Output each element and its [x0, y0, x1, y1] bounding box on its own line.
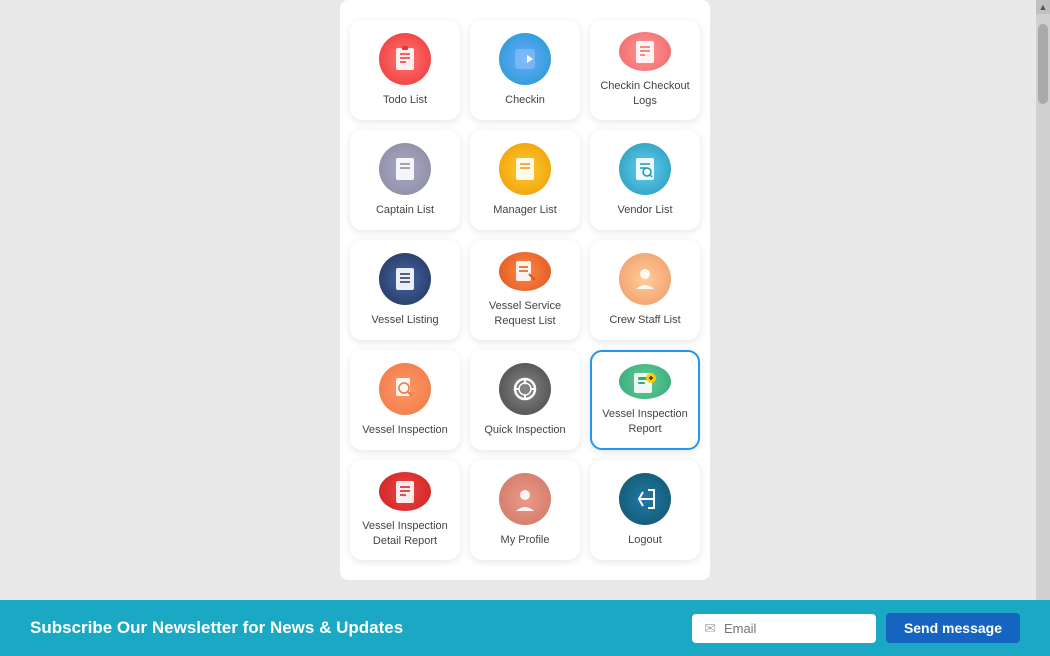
vessel-inspection-report-icon [619, 364, 671, 399]
captain-list-label: Captain List [376, 203, 434, 217]
crew-staff-list-label: Crew Staff List [609, 313, 680, 327]
grid-item-quick-inspection[interactable]: Quick Inspection [470, 350, 580, 450]
app-grid: Todo List Checkin Checkin Checkout Logs Cap… [340, 0, 710, 580]
grid-item-vessel-inspection[interactable]: Vessel Inspection [350, 350, 460, 450]
grid-item-vessel-service-request[interactable]: Vessel Service Request List [470, 240, 580, 340]
grid-item-logout[interactable]: Logout [590, 460, 700, 560]
vessel-inspection-detail-report-icon [379, 472, 431, 511]
checkin-checkout-logs-icon [619, 32, 671, 71]
vendor-list-icon [619, 143, 671, 195]
crew-staff-list-icon [619, 253, 671, 305]
grid-item-checkin[interactable]: Checkin [470, 20, 580, 120]
grid-item-checkin-checkout-logs[interactable]: Checkin Checkout Logs [590, 20, 700, 120]
vessel-service-request-label: Vessel Service Request List [478, 299, 572, 328]
my-profile-icon [499, 473, 551, 525]
email-input-wrap: ✉ [692, 614, 876, 643]
manager-list-icon [499, 143, 551, 195]
quick-inspection-label: Quick Inspection [484, 423, 565, 437]
grid-item-vendor-list[interactable]: Vendor List [590, 130, 700, 230]
email-icon: ✉ [704, 620, 716, 637]
vendor-list-label: Vendor List [617, 203, 672, 217]
logout-icon [619, 473, 671, 525]
quick-inspection-icon [499, 363, 551, 415]
vessel-inspection-icon [379, 363, 431, 415]
grid-item-vessel-listing[interactable]: Vessel Listing [350, 240, 460, 340]
newsletter-form: ✉ Send message [692, 613, 1020, 643]
scrollbar-thumb[interactable] [1038, 24, 1048, 104]
checkin-checkout-logs-label: Checkin Checkout Logs [598, 79, 692, 108]
vessel-inspection-report-label: Vessel Inspection Report [600, 407, 690, 436]
main-content: Todo List Checkin Checkin Checkout Logs Cap… [0, 0, 1050, 600]
manager-list-label: Manager List [493, 203, 557, 217]
email-input[interactable] [724, 621, 864, 636]
vessel-inspection-label: Vessel Inspection [362, 423, 448, 437]
grid-item-vessel-inspection-detail-report[interactable]: Vessel Inspection Detail Report [350, 460, 460, 560]
logout-label: Logout [628, 533, 662, 547]
grid-item-my-profile[interactable]: My Profile [470, 460, 580, 560]
grid-item-crew-staff-list[interactable]: Crew Staff List [590, 240, 700, 340]
grid-item-captain-list[interactable]: Captain List [350, 130, 460, 230]
todo-list-label: Todo List [383, 93, 427, 107]
send-message-button[interactable]: Send message [886, 613, 1020, 643]
checkin-icon [499, 33, 551, 85]
captain-list-icon [379, 143, 431, 195]
scroll-up-arrow[interactable]: ▲ [1036, 0, 1050, 14]
grid-item-vessel-inspection-report[interactable]: Vessel Inspection Report [590, 350, 700, 450]
vessel-listing-icon [379, 253, 431, 305]
my-profile-label: My Profile [501, 533, 550, 547]
grid-item-todo-list[interactable]: Todo List [350, 20, 460, 120]
footer: Subscribe Our Newsletter for News & Upda… [0, 600, 1050, 656]
todo-list-icon [379, 33, 431, 85]
checkin-label: Checkin [505, 93, 545, 107]
scrollbar[interactable]: ▲ [1036, 0, 1050, 600]
vessel-inspection-detail-report-label: Vessel Inspection Detail Report [358, 519, 452, 548]
vessel-service-request-icon [499, 252, 551, 291]
newsletter-text: Subscribe Our Newsletter for News & Upda… [30, 618, 692, 638]
vessel-listing-label: Vessel Listing [371, 313, 438, 327]
grid-item-manager-list[interactable]: Manager List [470, 130, 580, 230]
